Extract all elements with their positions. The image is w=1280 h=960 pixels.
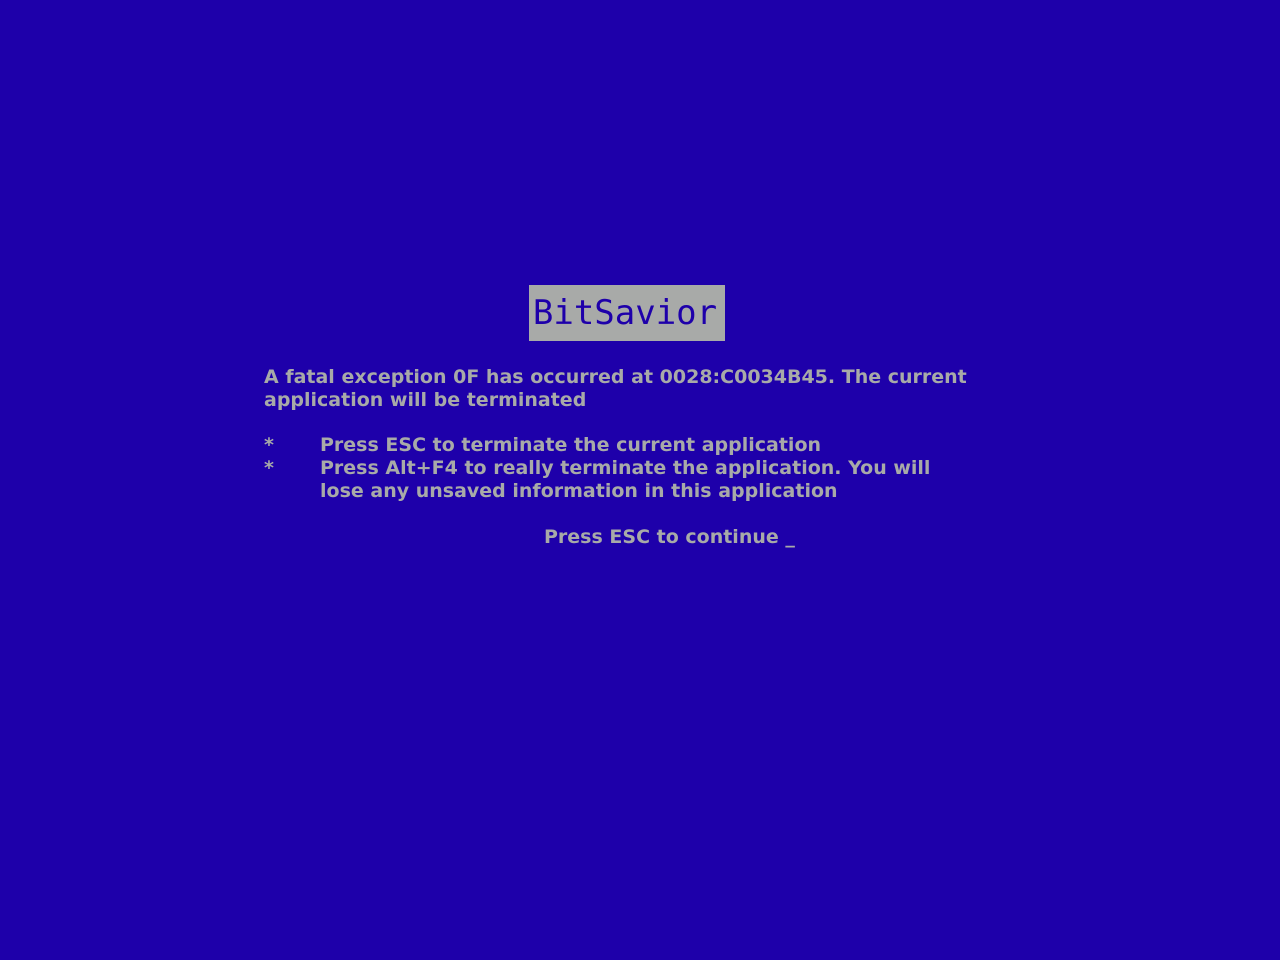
app-title-badge: BitSavior	[529, 285, 725, 341]
bullet-marker: *	[264, 457, 274, 479]
bullet-marker: *	[264, 434, 274, 456]
error-message: A fatal exception 0F has occurred at 002…	[264, 366, 967, 411]
bullet-text: Press ESC to terminate the current appli…	[320, 434, 822, 456]
bullet-text: Press Alt+F4 to really terminate the app…	[320, 457, 931, 502]
continue-prompt: Press ESC to continue _	[544, 526, 795, 548]
